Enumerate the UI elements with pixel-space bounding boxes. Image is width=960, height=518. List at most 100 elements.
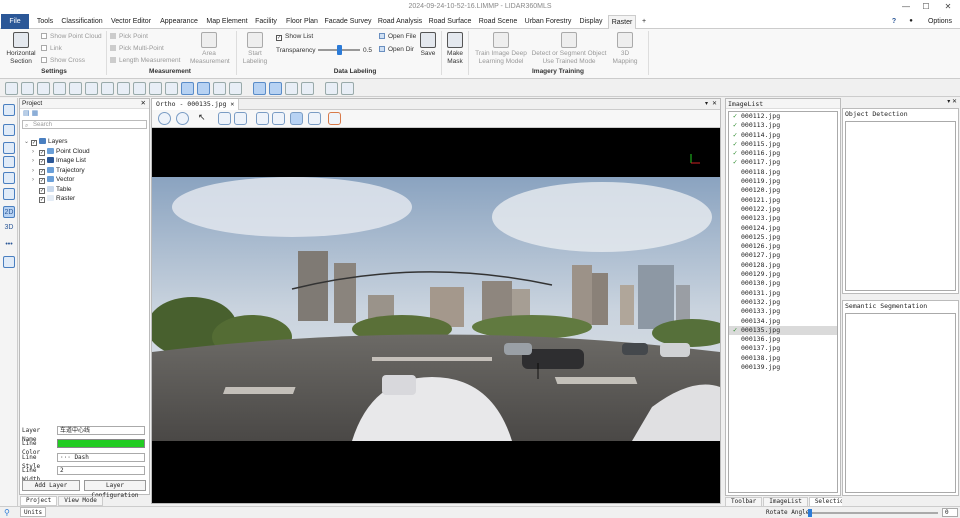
transparency-slider[interactable] [318, 45, 360, 55]
style-icon[interactable]: ● [907, 15, 915, 28]
tree-item-image-list[interactable]: › ✓ Image List [24, 156, 90, 166]
tree-item-layers[interactable]: ⌄ ✓ Layers [24, 137, 90, 147]
line-color-swatch[interactable] [57, 439, 145, 448]
make-mask-button[interactable]: Make Mask [444, 32, 466, 66]
imagelist-item[interactable]: 000137.jpg [729, 344, 837, 353]
panorama-image[interactable] [152, 177, 720, 441]
imagelist-item[interactable]: 000126.jpg [729, 242, 837, 251]
imagelist-item[interactable]: 000136.jpg [729, 335, 837, 344]
menu-road-scene[interactable]: Road Scene [476, 15, 520, 28]
clear-label-icon[interactable] [328, 112, 341, 125]
rotate-angle-slider[interactable] [808, 509, 938, 517]
menu-display[interactable]: Display [576, 15, 606, 28]
menu-file[interactable]: File [1, 14, 29, 29]
clear-icon[interactable]: ▦ [32, 110, 39, 117]
3d-mapping-button[interactable]: 3D Mapping [610, 32, 640, 66]
target-tool-icon[interactable] [165, 82, 178, 95]
viewer-dropdown-icon[interactable]: ▾ [705, 100, 708, 107]
viewer-tab[interactable]: Ortho - 000135.jpg ✕ [152, 99, 240, 110]
line-width-input[interactable]: 2 [57, 466, 145, 475]
sphere-tool-icon[interactable] [133, 82, 146, 95]
previous-image-icon[interactable] [158, 112, 171, 125]
imagelist-item[interactable]: 000121.jpg [729, 196, 837, 205]
hourglass-select-icon[interactable] [197, 82, 210, 95]
menu-appearance[interactable]: Appearance [158, 15, 200, 28]
tree-item-raster[interactable]: ✓ Raster [24, 194, 90, 204]
imagelist-item[interactable]: 000133.jpg [729, 307, 837, 316]
rotate-angle-input[interactable]: 0 [942, 508, 958, 517]
menu-road-analysis[interactable]: Road Analysis [376, 15, 424, 28]
cut-icon[interactable] [341, 82, 354, 95]
dots-icon[interactable]: ••• [3, 240, 15, 252]
close-button[interactable]: ✕ [940, 0, 956, 14]
cloud-icon[interactable] [3, 104, 15, 116]
line-tool-icon[interactable] [21, 82, 34, 95]
tree-item-trajectory[interactable]: › ✓ Trajectory [24, 166, 90, 176]
grid-tool-icon[interactable] [117, 82, 130, 95]
menu-road-surface[interactable]: Road Surface [427, 15, 473, 28]
maximize-button[interactable]: ☐ [918, 0, 934, 14]
units-button[interactable]: Units [20, 507, 47, 517]
imagelist-item[interactable]: 000128.jpg [729, 261, 837, 270]
hexagon-tool-icon[interactable] [69, 82, 82, 95]
pick-point-button[interactable]: Pick Point [110, 32, 148, 41]
corner-icon[interactable] [301, 82, 314, 95]
cloud-layer-icon[interactable] [3, 142, 15, 154]
imagelist-item[interactable]: 000129.jpg [729, 270, 837, 279]
imagelist-item[interactable]: 000119.jpg [729, 177, 837, 186]
imagelist-item[interactable]: 000138.jpg [729, 354, 837, 363]
expand-icon[interactable] [3, 172, 15, 184]
tab-project[interactable]: Project [20, 496, 58, 506]
curve-tool-icon[interactable] [37, 82, 50, 95]
imagelist-item[interactable]: 000122.jpg [729, 205, 837, 214]
object-detection-list[interactable] [845, 121, 956, 291]
help-icon[interactable]: ? [889, 15, 899, 28]
imagelist-item[interactable]: 000118.jpg [729, 168, 837, 177]
vertex-edit-icon[interactable] [269, 82, 282, 95]
imagelist-item[interactable]: 000131.jpg [729, 289, 837, 298]
imagelist-item[interactable]: ✓ 000113.jpg [729, 121, 837, 130]
tab-view-mode[interactable]: View Mode [58, 496, 103, 506]
rectangle-select-icon[interactable] [181, 82, 194, 95]
transparency-slider-thumb[interactable] [336, 45, 342, 55]
menu-facade-survey[interactable]: Facade Survey [324, 15, 372, 28]
point-tool-icon[interactable] [5, 82, 18, 95]
imagelist-item[interactable]: ✓ 000115.jpg [729, 140, 837, 149]
open-dir-button[interactable]: Open Dir [379, 45, 414, 54]
show-point-cloud-checkbox[interactable]: Show Point Cloud [41, 32, 102, 41]
node-edit-icon[interactable] [253, 82, 266, 95]
rotate-icon[interactable] [285, 82, 298, 95]
imagelist-item[interactable]: 000132.jpg [729, 298, 837, 307]
next-image-icon[interactable] [176, 112, 189, 125]
menu-facility[interactable]: Facility [253, 15, 279, 28]
location-pin-icon[interactable]: ⚲ [4, 507, 10, 518]
train-deep-learning-button[interactable]: Train Image Deep Learning Model [472, 32, 530, 66]
imagelist-item[interactable]: ✓ 000135.jpg [729, 325, 837, 336]
semantic-segmentation-list[interactable] [845, 313, 956, 493]
layer-name-select[interactable]: 车道中心线 [57, 426, 145, 435]
ring-tool-icon[interactable] [101, 82, 114, 95]
viewer-close-icon[interactable]: ✕ [712, 100, 717, 107]
detect-segment-button[interactable]: Detect or Segment Object Use Trained Mod… [530, 32, 608, 66]
line-style-select[interactable]: ··· Dash [57, 453, 145, 462]
image-icon[interactable] [3, 256, 15, 268]
project-close-icon[interactable]: ✕ [141, 99, 146, 109]
imagelist-item[interactable]: 000120.jpg [729, 186, 837, 195]
add-layer-button[interactable]: Add Layer [22, 480, 80, 491]
tree-item-point-cloud[interactable]: › ✓ Point Cloud [24, 147, 90, 157]
imagelist-item[interactable]: 000127.jpg [729, 251, 837, 260]
circle-tool-icon[interactable] [85, 82, 98, 95]
pick-multi-point-button[interactable]: Pick Multi-Point [110, 44, 164, 53]
menu-map-element[interactable]: Map Element [204, 15, 250, 28]
add-icon[interactable]: ▤ [23, 110, 30, 117]
magic-select-icon[interactable] [308, 112, 321, 125]
imagelist-item[interactable]: 000139.jpg [729, 363, 837, 372]
area-measurement-button[interactable]: Area Measurement [190, 32, 230, 66]
imagelist-item[interactable]: ✓ 000114.jpg [729, 131, 837, 140]
minimize-button[interactable]: — [898, 0, 914, 14]
menu-floor-plan[interactable]: Floor Plan [283, 15, 321, 28]
3d-view-icon[interactable]: 3D [3, 222, 15, 234]
menu-raster[interactable]: Raster [608, 15, 636, 29]
save-button[interactable]: Save [418, 32, 438, 58]
add-tab-button[interactable]: + [639, 15, 649, 28]
